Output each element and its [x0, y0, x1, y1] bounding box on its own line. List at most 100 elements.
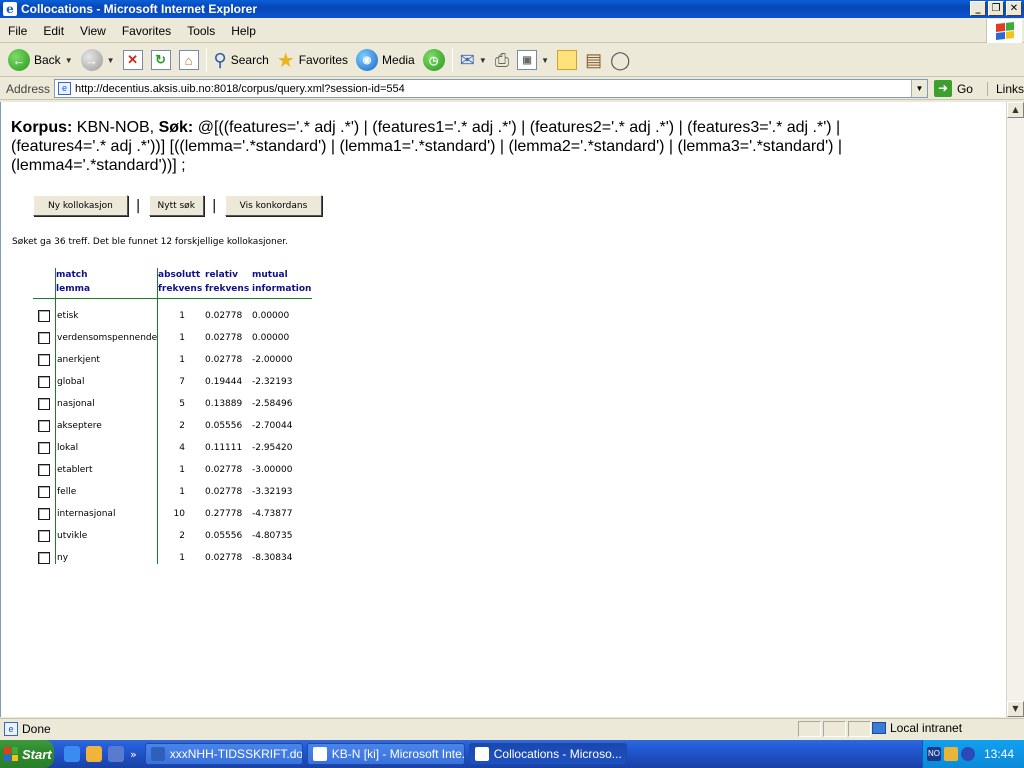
menu-tools[interactable]: Tools — [179, 24, 223, 38]
ie-icon — [474, 747, 489, 761]
row-checkbox[interactable] — [38, 420, 50, 432]
row-checkbox[interactable] — [38, 442, 50, 454]
task-buttons: xxxNHH-TIDSSKRIFT.do... KB-N [ki] - Micr… — [144, 743, 627, 765]
search-label: Search — [230, 53, 269, 67]
notes-button[interactable] — [553, 46, 581, 74]
header-text: lemma — [56, 284, 91, 294]
chevron-down-icon[interactable]: ▼ — [479, 56, 487, 65]
close-button[interactable]: ✕ — [1006, 1, 1022, 16]
header-mutual-information[interactable]: mutual information — [252, 268, 311, 296]
header-text: information — [252, 284, 312, 294]
header-text: match — [56, 270, 88, 280]
menu-help[interactable]: Help — [223, 24, 264, 38]
title-bar: e Collocations - Microsoft Internet Expl… — [0, 0, 1024, 18]
security-zone: Local intranet — [872, 721, 962, 735]
edit-icon: ▣ — [517, 50, 538, 70]
task-ie-collocations[interactable]: Collocations - Microso... — [468, 743, 627, 765]
menu-file[interactable]: File — [0, 24, 35, 38]
row-checkbox[interactable] — [38, 376, 50, 388]
go-button[interactable]: ➜ Go — [933, 80, 973, 97]
row-checkbox[interactable] — [38, 464, 50, 476]
media-label: Media — [382, 53, 415, 67]
scroll-down-icon[interactable]: ▼ — [1007, 701, 1024, 717]
header-relativ-frekvens[interactable]: relativ frekvens — [205, 268, 249, 296]
menu-view[interactable]: View — [72, 24, 114, 38]
search-button[interactable]: ⚲ Search — [210, 46, 273, 74]
scroll-up-icon[interactable]: ▲ — [1007, 102, 1024, 118]
vis-konkordans-button[interactable]: Vis konkordans — [224, 195, 323, 216]
stop-button[interactable]: ✕ — [119, 46, 147, 74]
lemma-cell: felle — [57, 487, 77, 497]
row-checkbox[interactable] — [38, 486, 50, 498]
menu-edit[interactable]: Edit — [35, 24, 72, 38]
abs-cell: 10 — [173, 509, 185, 519]
language-indicator[interactable]: NO — [927, 747, 941, 761]
address-input[interactable]: e http://decentius.aksis.uib.no:8018/cor… — [54, 79, 928, 98]
messenger-button[interactable]: ◯ — [606, 46, 634, 74]
abs-cell: 1 — [179, 487, 185, 497]
history-button[interactable]: ◷ — [419, 46, 449, 74]
rel-cell: 0.11111 — [205, 443, 243, 453]
abs-cell: 7 — [179, 377, 185, 387]
minimize-button[interactable]: _ — [970, 1, 986, 16]
result-summary: Søket ga 36 treff. Det ble funnet 12 for… — [12, 237, 288, 247]
print-button[interactable]: ⎙ — [491, 46, 513, 74]
back-button[interactable]: ← Back ▼ — [4, 46, 77, 74]
chevron-down-icon[interactable]: ▼ — [910, 80, 927, 97]
lemma-cell: global — [57, 377, 85, 387]
rel-cell: 0.19444 — [205, 377, 243, 387]
printer-icon: ⎙ — [494, 49, 510, 70]
rel-cell: 0.02778 — [205, 465, 243, 475]
nytt-sok-button[interactable]: Nytt søk — [148, 195, 204, 216]
home-button[interactable]: ⌂ — [175, 46, 203, 74]
ie-quicklaunch-icon[interactable] — [64, 746, 80, 762]
row-checkbox[interactable] — [38, 530, 50, 542]
lemma-cell: akseptere — [57, 421, 102, 431]
ny-kollokasjon-button[interactable]: Ny kollokasjon — [33, 195, 128, 216]
tray-app-icon[interactable] — [944, 747, 958, 761]
task-ie-kbn[interactable]: KB-N [ki] - Microsoft Inte... — [306, 743, 465, 765]
sok-label: Søk: — [158, 119, 194, 136]
tray-network-icon[interactable] — [961, 747, 975, 761]
intranet-icon — [872, 722, 886, 734]
back-arrow-icon: ← — [8, 49, 30, 71]
overflow-chevron-icon[interactable]: » — [130, 748, 137, 761]
links-button[interactable]: Links — [986, 81, 1024, 96]
row-checkbox[interactable] — [38, 332, 50, 344]
task-word-doc[interactable]: xxxNHH-TIDSSKRIFT.do... — [144, 743, 303, 765]
lemma-cell: anerkjent — [57, 355, 100, 365]
edit-button[interactable]: ▣ ▼ — [513, 46, 553, 74]
mail-icon: ✉ — [459, 49, 475, 70]
maximize-button[interactable]: ❐ — [988, 1, 1004, 16]
row-checkbox[interactable] — [38, 508, 50, 520]
header-rule — [33, 298, 312, 299]
header-absolutt-frekvens[interactable]: absolutt frekvens — [158, 268, 202, 296]
start-button[interactable]: Start — [0, 740, 54, 768]
chevron-down-icon[interactable]: ▼ — [541, 56, 549, 65]
mail-button[interactable]: ✉ ▼ — [456, 46, 491, 74]
vertical-scrollbar[interactable]: ▲ ▼ — [1006, 102, 1024, 717]
row-checkbox[interactable] — [38, 310, 50, 322]
research-button[interactable]: ▤ — [581, 46, 606, 74]
forward-button[interactable]: → ▼ — [77, 46, 119, 74]
tool-quicklaunch-icon[interactable] — [108, 746, 124, 762]
chevron-down-icon[interactable]: ▼ — [107, 56, 115, 65]
status-panes — [798, 721, 871, 737]
media-button[interactable]: ◉ Media — [352, 46, 419, 74]
clock-quicklaunch-icon[interactable] — [86, 746, 102, 762]
mi-cell: -3.00000 — [252, 465, 293, 475]
abs-cell: 1 — [179, 311, 185, 321]
header-match-lemma[interactable]: match lemma — [56, 268, 90, 296]
address-url: http://decentius.aksis.uib.no:8018/corpu… — [75, 82, 405, 95]
row-checkbox[interactable] — [38, 552, 50, 564]
header-text: mutual — [252, 270, 288, 280]
menu-favorites[interactable]: Favorites — [114, 24, 179, 38]
row-checkbox[interactable] — [38, 354, 50, 366]
chevron-down-icon[interactable]: ▼ — [65, 56, 73, 65]
header-text: relativ — [205, 270, 238, 280]
favorites-button[interactable]: ★ Favorites — [273, 46, 352, 74]
favorites-label: Favorites — [298, 53, 349, 67]
mi-cell: 0.00000 — [252, 333, 290, 343]
refresh-button[interactable]: ↻ — [147, 46, 175, 74]
row-checkbox[interactable] — [38, 398, 50, 410]
